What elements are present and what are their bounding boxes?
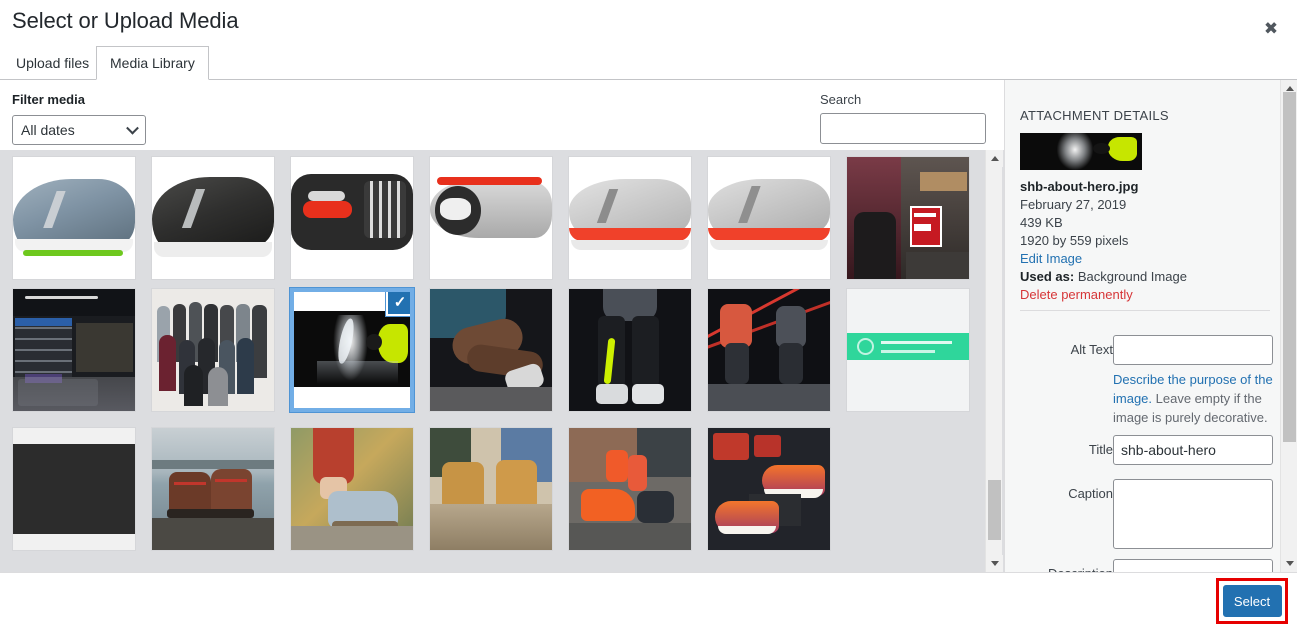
grid-scroll-up-icon[interactable]	[986, 150, 1003, 167]
media-item-dark-banner-placeholder[interactable]	[12, 427, 136, 551]
sidebar-scroll-down-icon[interactable]	[1281, 555, 1297, 572]
used-as-label: Used as:	[1020, 269, 1078, 284]
edit-image-link[interactable]: Edit Image	[1020, 251, 1082, 266]
grid-scrollbar[interactable]	[985, 150, 1003, 572]
modal-footer: Select	[0, 572, 1297, 628]
close-icon[interactable]: ✖	[1255, 12, 1287, 44]
description-field[interactable]	[1113, 559, 1273, 572]
select-button-highlight: Select	[1216, 578, 1288, 624]
attachment-meta: shb-about-hero.jpg February 27, 2019 439…	[1020, 178, 1270, 304]
media-item-nb-sneaker-grey-blue[interactable]	[12, 156, 136, 280]
tab-upload-files[interactable]: Upload files	[2, 46, 103, 80]
sidebar-divider	[1020, 310, 1270, 311]
select-button[interactable]: Select	[1222, 585, 1282, 617]
delete-permanently-link[interactable]: Delete permanently	[1020, 287, 1133, 302]
media-grid: ✓	[0, 150, 1005, 572]
media-item-hiking-boots-lake[interactable]	[151, 427, 275, 551]
chevron-down-icon	[126, 121, 139, 135]
media-item-store-interior-shelves[interactable]	[12, 288, 136, 412]
title-field[interactable]	[1113, 435, 1273, 465]
media-item-orange-cycling-shoe[interactable]	[568, 427, 692, 551]
media-item-athlete-stretching[interactable]	[429, 288, 553, 412]
alt-text-label: Alt Text	[1070, 342, 1113, 357]
sidebar-scroll-thumb[interactable]	[1283, 92, 1296, 442]
grid-scroll-thumb[interactable]	[988, 480, 1001, 540]
media-item-grey-sneaker-ledge[interactable]	[290, 427, 414, 551]
search-label: Search	[820, 92, 862, 107]
caption-label: Caption	[1068, 486, 1113, 501]
tab-media-library-label: Media Library	[110, 55, 195, 71]
title-label: Title	[1088, 442, 1113, 457]
attachment-filesize: 439 KB	[1020, 215, 1063, 230]
attachment-thumbnail	[1020, 133, 1142, 170]
media-item-nb-sneaker-black[interactable]	[151, 156, 275, 280]
page-title: Select or Upload Media	[12, 8, 239, 33]
attachment-filename: shb-about-hero.jpg	[1020, 179, 1139, 194]
media-grid-inner: ✓	[0, 150, 985, 572]
media-item-nb-sneaker-grey-side[interactable]	[707, 156, 831, 280]
caption-field[interactable]	[1113, 479, 1273, 549]
modal-header: Select or Upload Media ✖ Upload files Me…	[0, 0, 1297, 80]
tab-media-library[interactable]: Media Library	[96, 46, 209, 80]
attachment-details-sidebar: ATTACHMENT DETAILS shb-about-hero.jpg Fe…	[1004, 80, 1280, 572]
search-input[interactable]	[820, 113, 986, 144]
media-item-shb-about-hero[interactable]: ✓	[289, 287, 415, 413]
attachment-dimensions: 1920 by 559 pixels	[1020, 233, 1129, 248]
filter-media-label: Filter media	[12, 92, 85, 107]
media-item-tan-boots-driftwood[interactable]	[429, 427, 553, 551]
date-filter-select[interactable]: All dates	[12, 115, 146, 145]
tab-upload-files-label: Upload files	[16, 55, 90, 71]
media-item-two-runners-night[interactable]	[707, 288, 831, 412]
media-item-nb-sneaker-880-top[interactable]	[429, 156, 553, 280]
tab-bar: Upload files Media Library	[0, 46, 1297, 80]
alt-text-helper: Describe the purpose of the image. Leave…	[1113, 370, 1275, 427]
sidebar-scrollbar[interactable]	[1280, 80, 1297, 572]
media-item-team-group-photo[interactable]	[151, 288, 275, 412]
media-item-green-banner-placeholder[interactable]	[846, 288, 970, 412]
date-filter-value: All dates	[21, 122, 75, 138]
media-item-orange-running-shoes-box[interactable]	[707, 427, 831, 551]
alt-text-field[interactable]	[1113, 335, 1273, 365]
attachment-date: February 27, 2019	[1020, 197, 1127, 212]
media-item-nb-sneaker-grey-red-sole[interactable]	[568, 156, 692, 280]
media-item-store-shopper-sale-sign[interactable]	[846, 156, 970, 280]
attachment-details-heading: ATTACHMENT DETAILS	[1020, 108, 1169, 123]
used-as-value: Background Image	[1077, 269, 1187, 284]
media-item-runner-legs-dark[interactable]	[568, 288, 692, 412]
grid-scroll-down-icon[interactable]	[986, 555, 1003, 572]
attachment-used-as: Used as: Background Image	[1020, 268, 1270, 286]
media-modal: Select or Upload Media ✖ Upload files Me…	[0, 0, 1297, 628]
media-item-nb-sneaker-sole-red[interactable]	[290, 156, 414, 280]
checkmark-icon: ✓	[386, 292, 410, 316]
